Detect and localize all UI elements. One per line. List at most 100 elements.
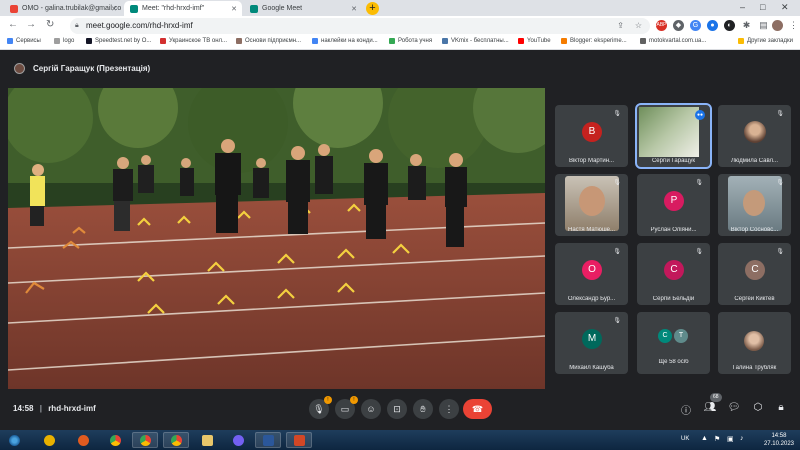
translate-icon[interactable]: G <box>690 20 701 31</box>
bookmark-speedtest[interactable]: Speedtest.net by O... <box>86 38 151 44</box>
blogger-icon <box>561 38 567 44</box>
tray-arrow-icon[interactable]: ▲ <box>701 435 708 442</box>
taskbar-explorer[interactable] <box>194 432 220 448</box>
face <box>579 186 605 216</box>
windows-logo-icon <box>8 434 20 446</box>
participant-tile[interactable]: Галина Трубляк <box>718 312 791 374</box>
participant-tile[interactable]: 🎙︎ С Сергей Киктев <box>718 243 791 305</box>
bookmark-services[interactable]: Сервисы <box>7 38 41 44</box>
taskbar-app[interactable] <box>36 432 62 448</box>
presentation-video[interactable] <box>8 88 545 389</box>
bookmark-stickers[interactable]: наклейки на конди... <box>312 38 378 44</box>
participant-name: Віктор Сосновс... <box>730 227 779 233</box>
close-icon[interactable]: ✕ <box>111 5 117 13</box>
taskbar-chrome[interactable] <box>102 432 128 448</box>
meet-window: Сергій Гаращук (Презентація) 🎙︎ В Віктор… <box>0 50 800 430</box>
minimize-icon[interactable]: – <box>740 2 745 12</box>
host-controls-icon[interactable]: 🔒︎ <box>774 402 788 413</box>
face <box>743 190 765 216</box>
bookmark-motokvartal[interactable]: motokvartal.com.ua... <box>640 38 706 44</box>
reload-icon[interactable]: ↻ <box>46 19 54 30</box>
back-icon[interactable]: ← <box>8 19 18 30</box>
meet-icon <box>130 4 138 13</box>
youtube-icon <box>518 38 524 44</box>
adblock-icon[interactable]: ABP <box>656 20 667 31</box>
bookmark-robota[interactable]: Робота учня <box>389 38 432 44</box>
taskbar-app[interactable] <box>70 432 96 448</box>
share-icon[interactable]: ⇪ <box>617 18 624 34</box>
participant-tile[interactable]: 🎙︎ В Віктор Мартин... <box>555 105 628 167</box>
mic-toggle-button[interactable]: 🎙︎! <box>309 396 332 419</box>
participant-tile[interactable]: 🎙︎ Настя Матюше... <box>555 174 628 236</box>
profile-avatar[interactable] <box>772 20 783 31</box>
puzzle-icon[interactable]: ✱ <box>741 20 752 31</box>
new-tab-button[interactable]: + <box>366 2 379 15</box>
presenter-avatar <box>14 63 25 74</box>
raise-hand-button[interactable]: ✋︎ <box>413 399 433 419</box>
participant-name: Людмила Савл... <box>730 158 779 164</box>
reading-list-icon[interactable]: ▤ <box>758 20 769 31</box>
menu-dots-icon[interactable]: ⋮ <box>788 20 799 31</box>
vpn-icon[interactable]: ● <box>707 20 718 31</box>
avatar: Т <box>674 329 688 343</box>
language-indicator[interactable]: UK <box>681 436 689 442</box>
bookmark-ukr-tv[interactable]: Украинское ТВ онл... <box>160 38 227 44</box>
tab-label: Meet: "rhd-hrxd-imf" <box>142 5 205 12</box>
more-participants-tile[interactable]: С Т Ще 58 осіб <box>637 312 710 374</box>
taskbar-powerpoint[interactable] <box>286 432 312 448</box>
people-icon[interactable]: 👥︎ <box>703 402 717 413</box>
bookmark-logo[interactable]: logo <box>54 38 74 44</box>
taskbar-chrome-active[interactable] <box>132 432 158 448</box>
flag-icon[interactable]: ⚑ <box>714 435 720 443</box>
mic-off-icon: 🎙︎ <box>776 180 784 186</box>
more-options-button[interactable]: ⋮ <box>439 399 459 419</box>
clock-time: 14:58 <box>771 433 787 439</box>
participant-tile[interactable]: 🎙︎ Людмила Савл... <box>718 105 791 167</box>
participant-tile[interactable]: 🎙︎ Р Руслан Оліяни... <box>637 174 710 236</box>
tab-google-meet[interactable]: Google Meet ✕ <box>244 1 362 16</box>
chat-icon[interactable]: 💬︎ <box>727 402 741 413</box>
start-button[interactable] <box>2 432 26 448</box>
windows-taskbar: UK ▲ ⚑ ▣ ♪ 14:58 27.10.2023 <box>0 430 800 450</box>
meet-icon <box>250 4 258 13</box>
emoji-button[interactable]: ☺ <box>361 399 381 419</box>
bookmark-osnovy[interactable]: Основи підприємн... <box>236 38 301 44</box>
avatar: О <box>582 260 602 280</box>
network-icon[interactable]: ▣ <box>727 435 734 443</box>
participant-tile[interactable]: 🎙︎ М Михаил Кашуба <box>555 312 628 374</box>
participant-tile[interactable]: 🎙︎ О Олександр Бур... <box>555 243 628 305</box>
meeting-info: 14:58 | rhd-hrxd-imf <box>13 404 96 413</box>
extension-icon[interactable]: ◆ <box>673 20 684 31</box>
participant-tile[interactable]: 🎙︎ Віктор Сосновс... <box>718 174 791 236</box>
participant-tile-presenting[interactable]: ●● Сергій Гаращук <box>635 103 712 169</box>
taskbar-clock[interactable]: 14:58 27.10.2023 <box>764 432 794 448</box>
dark-mode-icon[interactable]: ◐ <box>724 20 735 31</box>
address-bar[interactable]: 🔒︎ meet.google.com/rhd-hrxd-imf ⇪ ☆ <box>70 18 650 34</box>
volume-icon[interactable]: ♪ <box>740 435 744 442</box>
bookmark-label: Speedtest.net by O... <box>95 38 152 44</box>
tab-meet-active[interactable]: Meet: "rhd-hrxd-imf" ✕ <box>124 1 242 16</box>
info-icon[interactable]: ⓘ <box>679 402 693 417</box>
forward-icon[interactable]: → <box>26 19 36 30</box>
activities-icon[interactable]: ⬡ <box>751 402 765 413</box>
close-icon[interactable]: ✕ <box>231 5 237 13</box>
camera-toggle-button[interactable]: ▭! <box>335 396 358 419</box>
browser-tab-strip: ОМО - galina.trubilak@gmail.co ✕ Meet: "… <box>0 0 800 16</box>
end-call-button[interactable]: ☎︎ <box>463 399 492 419</box>
taskbar-word[interactable] <box>255 432 281 448</box>
bookmark-youtube[interactable]: YouTube <box>518 38 551 44</box>
present-button[interactable]: ⊡ <box>387 399 407 419</box>
bookmark-blogger[interactable]: Blogger: eksperime... <box>561 38 627 44</box>
avatar <box>744 331 764 351</box>
bookmark-star-icon[interactable]: ☆ <box>635 18 642 34</box>
chrome-icon <box>170 434 182 446</box>
bookmark-vkmix[interactable]: VKmix - бесплатны... <box>442 38 509 44</box>
taskbar-chrome[interactable] <box>163 432 189 448</box>
taskbar-viber[interactable] <box>225 432 251 448</box>
participant-tile[interactable]: 🎙︎ С Сергій Бельдій <box>637 243 710 305</box>
tab-gmail[interactable]: ОМО - galina.trubilak@gmail.co ✕ <box>4 1 122 16</box>
close-icon[interactable]: ✕ <box>351 5 357 13</box>
maximize-icon[interactable]: □ <box>760 2 765 12</box>
bookmark-other[interactable]: Другие закладки <box>738 38 793 44</box>
close-window-icon[interactable]: ✕ <box>781 2 789 13</box>
